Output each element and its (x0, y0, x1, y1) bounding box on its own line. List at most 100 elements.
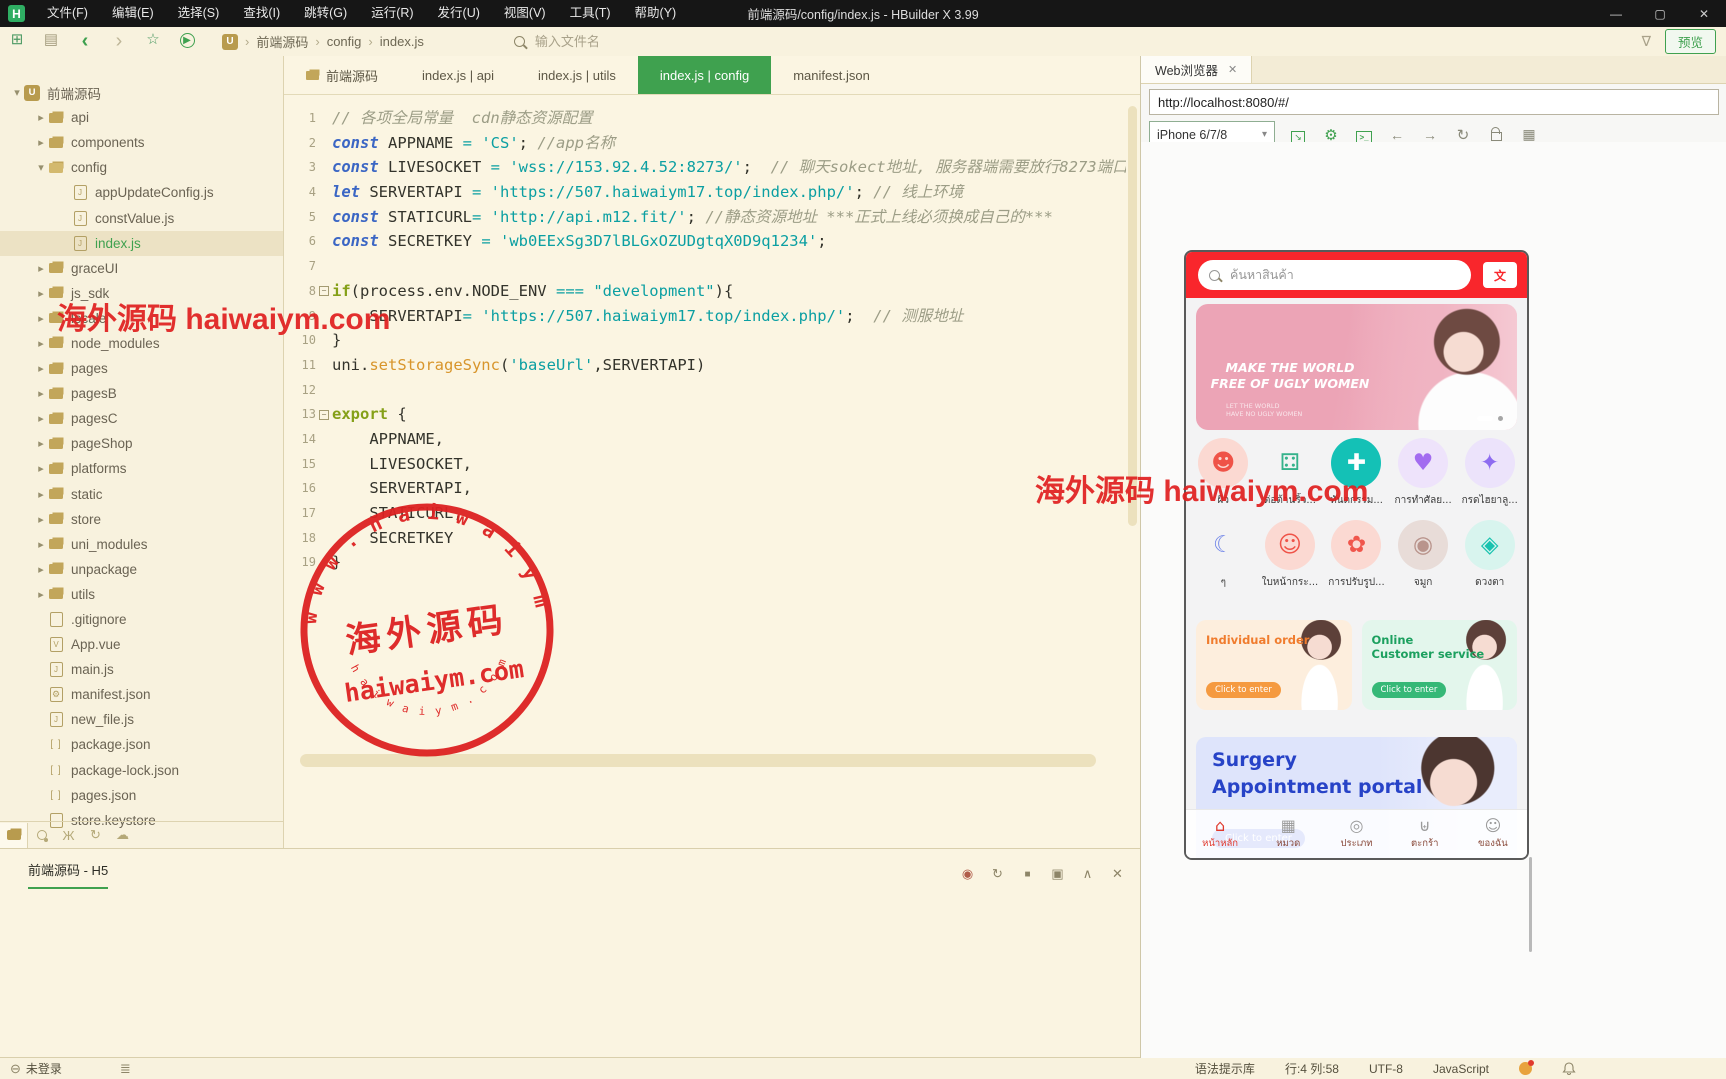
minimize-button[interactable]: — (1594, 0, 1638, 27)
console-action-icon[interactable] (1019, 866, 1036, 883)
app-search-bar[interactable]: ค้นหาสินค้า (1198, 260, 1471, 290)
editor-tab[interactable]: index.js | utils (516, 56, 638, 94)
vertical-scrollbar[interactable] (1128, 106, 1137, 526)
line-number[interactable]: 11 (284, 353, 316, 378)
tree-item[interactable]: static (0, 482, 283, 507)
tree-item[interactable]: appUpdateConfig.js (0, 180, 283, 205)
line-number[interactable]: 6 (284, 229, 316, 254)
cursor-position[interactable]: 行:4 列:58 (1285, 1060, 1339, 1077)
tree-item[interactable]: App.vue (0, 632, 283, 657)
fold-marker-icon[interactable] (316, 180, 332, 205)
editor-tab[interactable]: manifest.json (771, 56, 892, 94)
menu-item[interactable]: 查找(I) (231, 0, 292, 27)
close-tab-icon[interactable]: ✕ (1228, 63, 1237, 76)
chevron-icon[interactable] (34, 312, 48, 325)
app-tab[interactable]: ⌂ หน้าหลัก (1186, 810, 1254, 858)
promo-card[interactable]: OnlineCustomer service Click to enter (1362, 620, 1518, 710)
tree-item[interactable]: platforms (0, 456, 283, 481)
browser-icon[interactable] (1486, 126, 1506, 144)
console-tab[interactable]: 前端源码 - H5 (28, 860, 108, 889)
tree-item[interactable]: pages.json (0, 783, 283, 808)
line-number[interactable]: 13 (284, 402, 316, 427)
fold-marker-icon[interactable] (316, 106, 332, 131)
menu-item[interactable]: 帮助(Y) (623, 0, 689, 27)
browser-icon[interactable] (1354, 127, 1374, 143)
line-number[interactable]: 1 (284, 106, 316, 131)
browser-tab[interactable]: Web浏览器 ✕ (1141, 56, 1252, 83)
browser-icon[interactable] (1519, 126, 1539, 143)
tree-item[interactable]: package.json (0, 732, 283, 757)
tree-item[interactable]: uni_modules (0, 532, 283, 557)
fold-marker-icon[interactable] (316, 353, 332, 378)
tree-item[interactable]: 前端源码 (0, 80, 283, 105)
category-item[interactable]: ☾ ๆ (1190, 520, 1257, 590)
line-number[interactable]: 12 (284, 378, 316, 403)
breadcrumb-project[interactable]: 前端源码 (256, 32, 308, 51)
tree-item[interactable]: pages (0, 356, 283, 381)
sidebar-view-icon[interactable] (82, 823, 109, 848)
fold-marker-icon[interactable] (316, 254, 332, 279)
promo-enter-button[interactable]: Click to enter (1206, 682, 1281, 698)
breadcrumb-file[interactable]: index.js (380, 34, 424, 49)
fold-marker-icon[interactable] (316, 378, 332, 403)
console-action-icon[interactable] (1109, 866, 1126, 883)
tree-item[interactable]: main.js (0, 657, 283, 682)
chevron-icon[interactable] (34, 387, 48, 400)
promo-enter-button[interactable]: Click to enter (1372, 682, 1447, 698)
line-number[interactable]: 3 (284, 155, 316, 180)
browser-icon[interactable] (1453, 126, 1473, 144)
bell-icon[interactable] (1562, 1062, 1576, 1076)
console-action-icon[interactable] (959, 866, 976, 883)
chevron-icon[interactable] (34, 588, 48, 601)
toolbar-icon[interactable] (34, 30, 68, 53)
tree-item[interactable]: index.js (0, 231, 283, 256)
tree-item[interactable]: pagesC (0, 406, 283, 431)
chevron-icon[interactable] (34, 563, 48, 576)
browser-icon[interactable] (1288, 127, 1308, 143)
tree-item[interactable]: config (0, 155, 283, 180)
tree-item[interactable]: constValue.js (0, 205, 283, 230)
tree-item[interactable]: graceUI (0, 256, 283, 281)
chevron-icon[interactable] (34, 488, 48, 501)
app-tab[interactable]: ⊎ ตะกร้า (1391, 810, 1459, 858)
menu-item[interactable]: 选择(S) (166, 0, 232, 27)
line-number[interactable]: 2 (284, 131, 316, 156)
url-input[interactable] (1149, 89, 1719, 115)
app-tab[interactable]: ◎ ประเภท (1322, 810, 1390, 858)
menu-item[interactable]: 文件(F) (35, 0, 100, 27)
menu-item[interactable]: 视图(V) (492, 0, 558, 27)
tree-item[interactable]: manifest.json (0, 682, 283, 707)
menu-item[interactable]: 工具(T) (558, 0, 623, 27)
app-tab[interactable]: ▦ หมวด (1254, 810, 1322, 858)
tree-item[interactable]: .gitignore (0, 607, 283, 632)
fold-marker-icon[interactable] (316, 452, 332, 477)
line-number[interactable]: 5 (284, 205, 316, 230)
browser-icon[interactable] (1420, 127, 1440, 143)
sidebar-view-icon[interactable] (109, 823, 136, 848)
chevron-icon[interactable] (34, 362, 48, 375)
line-number[interactable]: 15 (284, 452, 316, 477)
login-status[interactable]: 未登录 (10, 1060, 62, 1077)
category-item[interactable]: ✦ กรดไฮยาลู... (1456, 438, 1523, 508)
tree-item[interactable]: api (0, 105, 283, 130)
promo-card[interactable]: Individual order Click to enter (1196, 620, 1352, 710)
sidebar-view-icon[interactable] (28, 823, 55, 848)
hero-banner[interactable]: MAKE THE WORLD FREE OF UGLY WOMEN LET TH… (1196, 304, 1517, 430)
chevron-icon[interactable] (34, 462, 48, 475)
tree-item[interactable]: pageShop (0, 431, 283, 456)
category-item[interactable]: ✿ การปรับรูป... (1323, 520, 1390, 590)
chevron-icon[interactable] (34, 513, 48, 526)
app-tab[interactable]: ☺ ของฉัน (1459, 810, 1527, 858)
fold-marker-icon[interactable] (316, 427, 332, 452)
filter-icon[interactable]: ∇ (1642, 33, 1651, 50)
fold-marker-icon[interactable] (316, 131, 332, 156)
browser-icon[interactable] (1387, 127, 1407, 143)
tree-item[interactable]: store (0, 507, 283, 532)
maximize-button[interactable]: ▢ (1638, 0, 1682, 27)
chevron-icon[interactable] (34, 287, 48, 300)
chevron-icon[interactable] (34, 412, 48, 425)
category-item[interactable]: ◈ ดวงตา (1456, 520, 1523, 590)
chevron-icon[interactable] (34, 437, 48, 450)
syntax-lib-label[interactable]: 语法提示库 (1195, 1060, 1255, 1077)
tree-item[interactable]: components (0, 130, 283, 155)
